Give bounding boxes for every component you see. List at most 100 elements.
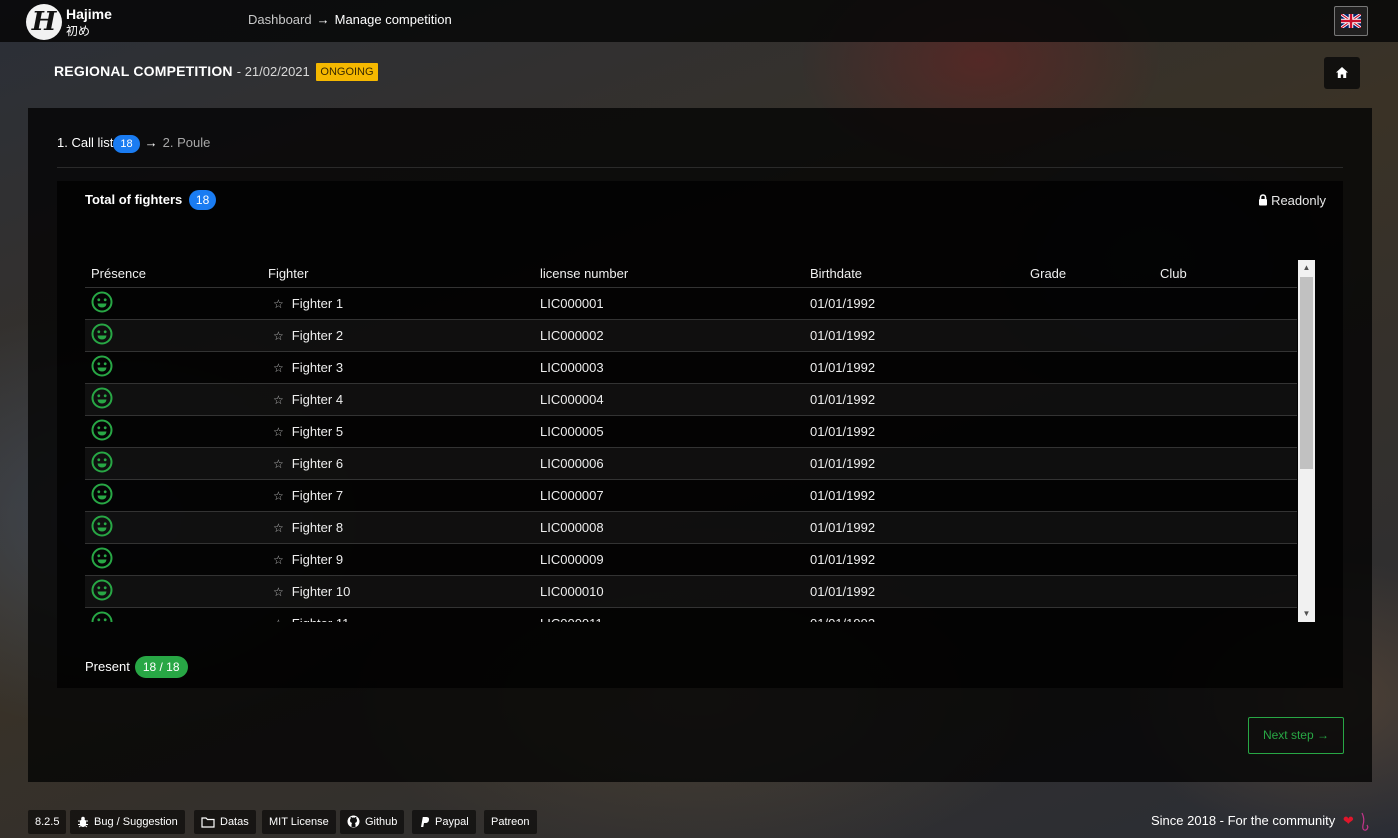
fighter-name: Fighter 1 xyxy=(291,295,344,311)
presence-cell[interactable] xyxy=(85,383,262,416)
star-icon[interactable]: ☆ xyxy=(273,393,284,407)
star-icon[interactable]: ☆ xyxy=(273,297,284,311)
presence-cell[interactable] xyxy=(85,351,262,384)
paypal-link[interactable]: Paypal xyxy=(412,810,476,834)
steps-arrow: → xyxy=(144,135,158,150)
presence-cell[interactable] xyxy=(85,543,262,576)
steps-divider xyxy=(57,167,1343,168)
arrow-right-icon: → xyxy=(1317,728,1330,742)
star-icon[interactable]: ☆ xyxy=(273,521,284,535)
smile-icon[interactable] xyxy=(91,387,113,412)
birthdate-cell: 01/01/1992 xyxy=(804,511,1024,544)
star-icon[interactable]: ☆ xyxy=(273,361,284,375)
smile-icon[interactable] xyxy=(91,291,113,316)
club-cell xyxy=(1154,607,1297,622)
uk-flag-icon xyxy=(1341,14,1361,28)
smile-icon[interactable] xyxy=(91,611,113,622)
birthdate-cell: 01/01/1992 xyxy=(804,543,1024,576)
step-call-list[interactable]: 1. Call list xyxy=(57,135,113,150)
license-cell: LIC000003 xyxy=(534,351,804,384)
fighter-name: Fighter 3 xyxy=(291,359,344,375)
table-header-row: Présence Fighter license number Birthdat… xyxy=(85,260,1297,288)
star-icon[interactable]: ☆ xyxy=(273,617,284,623)
fighter-cell: ☆ Fighter 6 xyxy=(262,447,534,480)
presence-cell[interactable] xyxy=(85,447,262,480)
smile-icon[interactable] xyxy=(91,323,113,348)
star-icon[interactable]: ☆ xyxy=(273,489,284,503)
smile-icon[interactable] xyxy=(91,515,113,540)
table-scrollbar[interactable]: ▲ ▼ xyxy=(1298,260,1315,622)
presence-cell[interactable] xyxy=(85,511,262,544)
column-header-fighter[interactable]: Fighter xyxy=(262,260,534,288)
star-icon[interactable]: ☆ xyxy=(273,329,284,343)
smile-icon[interactable] xyxy=(91,355,113,380)
table-row[interactable]: ☆ Fighter 4 LIC000004 01/01/1992 xyxy=(85,383,1297,416)
heart-icon: ❤ xyxy=(1342,813,1354,828)
github-label: Github xyxy=(365,816,398,828)
presence-cell[interactable] xyxy=(85,607,262,622)
table-row[interactable]: ☆ Fighter 2 LIC000002 01/01/1992 xyxy=(85,319,1297,352)
presence-cell[interactable] xyxy=(85,415,262,448)
club-cell xyxy=(1154,479,1297,512)
fighters-table-container[interactable]: Présence Fighter license number Birthdat… xyxy=(85,260,1315,622)
table-row[interactable]: ☆ Fighter 11 LIC00001101/01/1992 xyxy=(85,607,1297,622)
table-row[interactable]: ☆ Fighter 8 LIC000008 01/01/1992 xyxy=(85,511,1297,544)
status-badge: ONGOING xyxy=(316,63,378,81)
breadcrumb-arrow: → xyxy=(316,12,330,27)
column-header-birthdate[interactable]: Birthdate xyxy=(804,260,1024,288)
app-logo[interactable]: H Hajime 初め xyxy=(26,4,116,40)
datas-link[interactable]: Datas xyxy=(194,810,256,834)
column-header-club[interactable]: Club xyxy=(1154,260,1297,288)
presence-cell[interactable] xyxy=(85,479,262,512)
star-icon[interactable]: ☆ xyxy=(273,457,284,471)
star-icon[interactable]: ☆ xyxy=(273,585,284,599)
fighter-cell: ☆ Fighter 3 xyxy=(262,351,534,384)
fighter-cell: ☆ Fighter 8 xyxy=(262,511,534,544)
presence-cell[interactable] xyxy=(85,575,262,608)
bug-suggestion-link[interactable]: Bug / Suggestion xyxy=(70,810,185,834)
scroll-up-arrow-icon[interactable]: ▲ xyxy=(1298,261,1315,275)
club-cell xyxy=(1154,447,1297,480)
patreon-link[interactable]: Patreon xyxy=(484,810,537,834)
next-step-label: Next step xyxy=(1262,728,1314,742)
table-row[interactable]: ☆ Fighter 1 LIC000001 01/01/1992 xyxy=(85,287,1297,320)
footer-tagline: Since 2018 - For the community ❤ xyxy=(1151,811,1372,833)
table-row[interactable]: ☆ Fighter 7 LIC000007 01/01/1992 xyxy=(85,479,1297,512)
birthdate-cell: 01/01/1992 xyxy=(804,447,1024,480)
mit-license-link[interactable]: MIT License xyxy=(262,810,336,834)
column-header-license[interactable]: license number xyxy=(534,260,804,288)
step-poule[interactable]: 2. Poule xyxy=(163,135,211,150)
license-cell: LIC000007 xyxy=(534,479,804,512)
table-row[interactable]: ☆ Fighter 6 LIC000006 01/01/1992 xyxy=(85,447,1297,480)
smile-icon[interactable] xyxy=(91,579,113,604)
scroll-thumb[interactable] xyxy=(1300,277,1313,469)
table-row[interactable]: ☆ Fighter 3 LIC000003 01/01/1992 xyxy=(85,351,1297,384)
smile-icon[interactable] xyxy=(91,547,113,572)
column-header-grade[interactable]: Grade xyxy=(1024,260,1154,288)
column-header-presence[interactable]: Présence xyxy=(85,260,262,288)
github-link[interactable]: Github xyxy=(340,810,405,834)
table-row[interactable]: ☆ Fighter 10 LIC000010 01/01/1992 xyxy=(85,575,1297,608)
smile-icon[interactable] xyxy=(91,419,113,444)
presence-cell[interactable] xyxy=(85,287,262,320)
home-button[interactable] xyxy=(1324,57,1360,89)
version-label: 8.2.5 xyxy=(28,810,67,834)
scroll-down-arrow-icon[interactable]: ▼ xyxy=(1298,607,1315,621)
smile-icon[interactable] xyxy=(91,483,113,508)
language-switch-button[interactable] xyxy=(1334,6,1368,36)
club-cell xyxy=(1154,543,1297,576)
star-icon[interactable]: ☆ xyxy=(273,553,284,567)
presence-cell[interactable] xyxy=(85,319,262,352)
fighter-cell: ☆ Fighter 4 xyxy=(262,383,534,416)
fighter-cell: ☆ Fighter 2 xyxy=(262,319,534,352)
star-icon[interactable]: ☆ xyxy=(273,425,284,439)
lock-icon xyxy=(1259,194,1268,206)
license-cell: LIC000006 xyxy=(534,447,804,480)
bug-icon xyxy=(78,816,88,828)
next-step-button[interactable]: Next step → xyxy=(1248,717,1344,754)
breadcrumb-dashboard-link[interactable]: Dashboard xyxy=(248,12,312,27)
smile-icon[interactable] xyxy=(91,451,113,476)
fighter-name: Fighter 9 xyxy=(291,551,344,567)
table-row[interactable]: ☆ Fighter 5 LIC000005 01/01/1992 xyxy=(85,415,1297,448)
table-row[interactable]: ☆ Fighter 9 LIC000009 01/01/1992 xyxy=(85,543,1297,576)
